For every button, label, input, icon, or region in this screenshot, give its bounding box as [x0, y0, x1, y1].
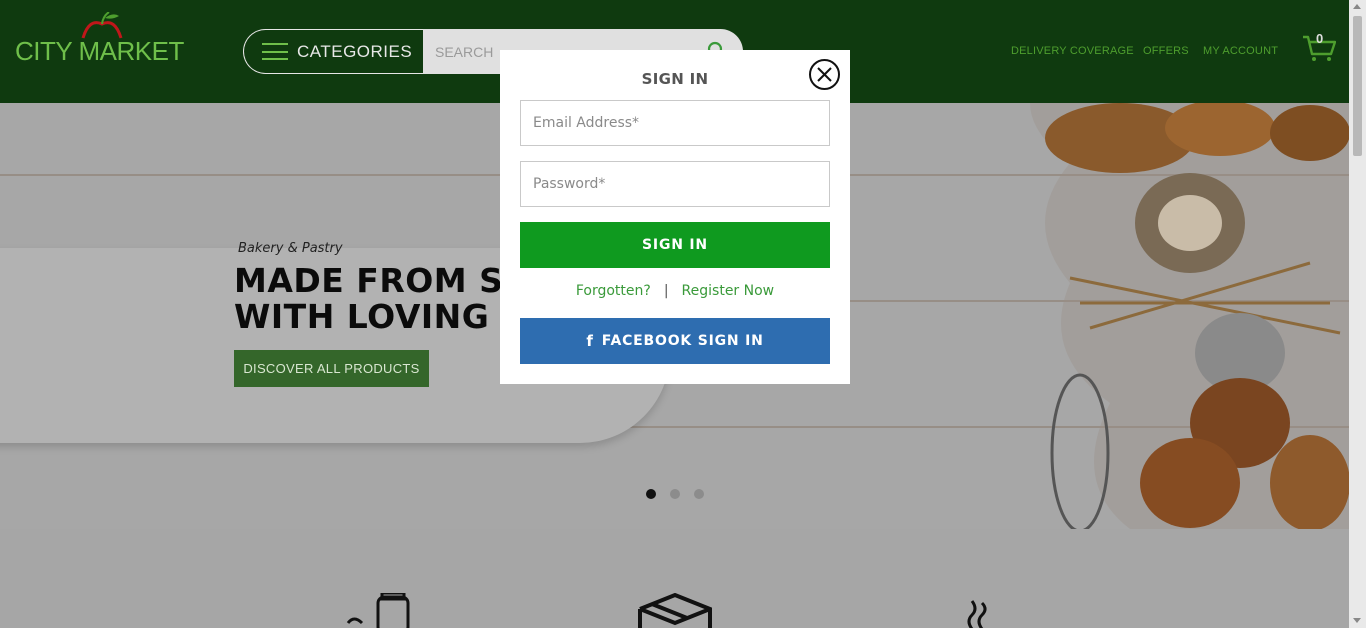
- sign-in-button[interactable]: SIGN IN: [520, 222, 830, 268]
- sign-in-modal: SIGN IN SIGN IN Forgotten? | Register No…: [500, 50, 850, 384]
- scroll-up-arrow[interactable]: [1353, 4, 1361, 9]
- logo-text: CITY MARKET: [15, 36, 184, 66]
- carousel-dot-2[interactable]: [670, 489, 680, 499]
- carousel-dot-3[interactable]: [694, 489, 704, 499]
- facebook-sign-in-button[interactable]: f FACEBOOK SIGN IN: [520, 318, 830, 364]
- cart-count-badge: 0: [1316, 31, 1324, 46]
- link-separator: |: [663, 283, 669, 299]
- bakery-products-image: [1030, 103, 1349, 529]
- facebook-sign-in-label: FACEBOOK SIGN IN: [601, 333, 764, 349]
- facebook-icon: f: [586, 332, 594, 350]
- password-field[interactable]: [520, 161, 830, 207]
- hero-subtitle: Bakery & Pastry: [238, 241, 343, 256]
- email-field[interactable]: [520, 100, 830, 146]
- nav-offers[interactable]: OFFERS: [1143, 45, 1189, 57]
- hamburger-icon: [262, 43, 288, 60]
- scroll-down-arrow[interactable]: [1353, 618, 1361, 623]
- nav-delivery-coverage[interactable]: DELIVERY COVERAGE: [1011, 45, 1134, 57]
- register-now-link[interactable]: Register Now: [682, 283, 775, 299]
- close-modal-button[interactable]: [809, 59, 840, 90]
- scroll-thumb[interactable]: [1353, 16, 1362, 156]
- modal-title: SIGN IN: [641, 70, 709, 88]
- categories-label: CATEGORIES: [297, 41, 413, 61]
- forgotten-link[interactable]: Forgotten?: [576, 283, 651, 299]
- close-icon: [817, 67, 832, 82]
- steam-icon: [967, 600, 987, 628]
- page-scrollbar[interactable]: [1349, 0, 1366, 628]
- milk-bottle-icon: [346, 593, 410, 628]
- categories-button[interactable]: CATEGORIES: [243, 29, 425, 74]
- nav-my-account[interactable]: MY ACCOUNT: [1203, 45, 1278, 57]
- discover-all-products-button[interactable]: DISCOVER ALL PRODUCTS: [234, 350, 429, 387]
- carousel-dots: [646, 489, 704, 499]
- city-market-logo[interactable]: CITY MARKET: [15, 10, 184, 70]
- features-section: [0, 529, 1349, 628]
- box-icon: [638, 593, 712, 628]
- account-links: Forgotten? | Register Now: [500, 283, 850, 299]
- carousel-dot-1[interactable]: [646, 489, 656, 499]
